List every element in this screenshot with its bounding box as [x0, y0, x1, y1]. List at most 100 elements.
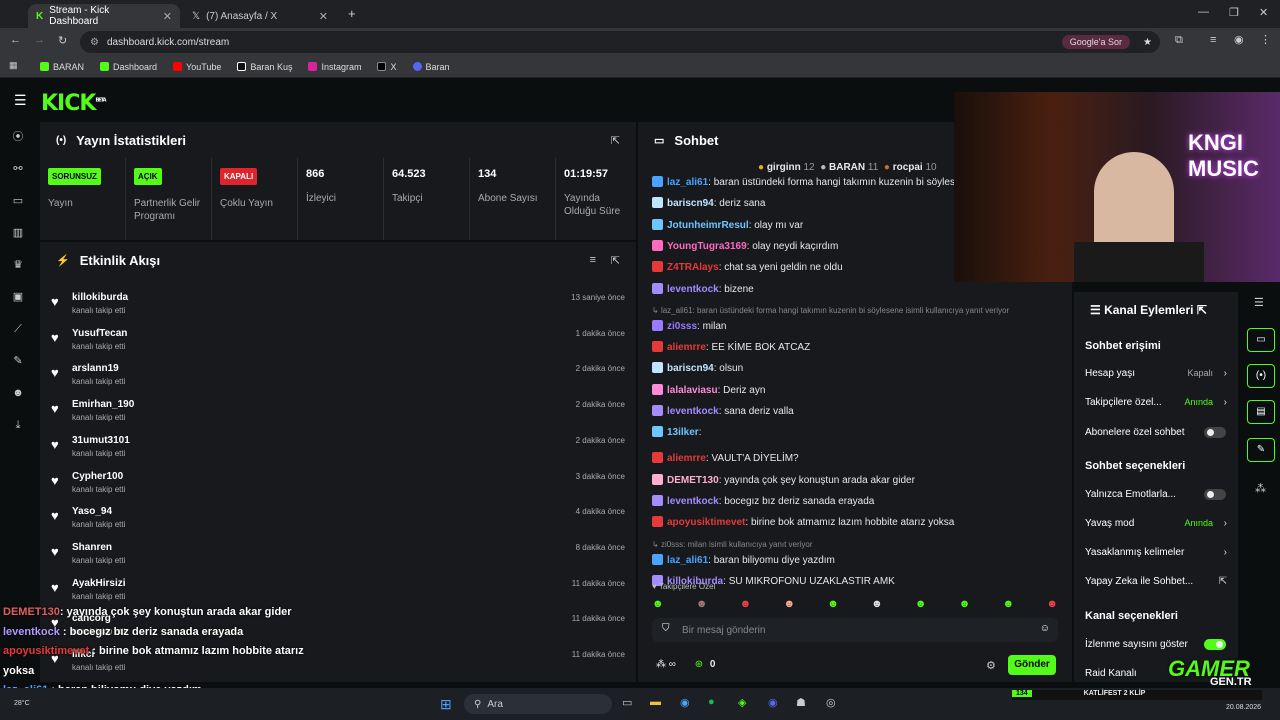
bookmark-dashboard[interactable]: Dashboard: [100, 62, 157, 72]
activity-item[interactable]: ♥ YusufTecan kanalı takip etti 1 dakika önc…: [40, 322, 636, 358]
chat-message[interactable]: 13ilker:: [652, 426, 701, 438]
broadcast-tool-icon[interactable]: (•): [1247, 364, 1275, 388]
taskbar-search[interactable]: ⚲ Ara: [464, 694, 612, 714]
maximize-icon[interactable]: ❐: [1229, 6, 1239, 19]
bookmark-x[interactable]: X: [377, 62, 397, 72]
chat-username[interactable]: laz_ali61: [667, 555, 708, 566]
chat-username[interactable]: lalalaviasu: [667, 385, 718, 396]
account-age-row[interactable]: Hesap yaşı Kapalı ›: [1085, 368, 1229, 379]
chat-username[interactable]: 13ilker: [667, 427, 699, 438]
minimize-icon[interactable]: —: [1198, 6, 1209, 18]
new-tab-icon[interactable]: +: [348, 6, 356, 21]
chat-message[interactable]: leventkock: sana deriz valla: [652, 405, 794, 417]
site-info-icon[interactable]: ⚙: [90, 37, 99, 48]
list-icon[interactable]: ☰: [1254, 296, 1264, 309]
chat-tool-icon[interactable]: ▭: [1247, 328, 1275, 352]
activity-item[interactable]: ♥ Emirhan_190 kanalı takip etti 2 dakika ön…: [40, 393, 636, 429]
chat-username[interactable]: DEMET130: [667, 475, 719, 486]
emote-icon[interactable]: ☻: [1003, 598, 1015, 612]
chat-username[interactable]: leventkock: [667, 284, 719, 295]
emote-icon[interactable]: ☻: [959, 598, 971, 612]
apps-icon[interactable]: ▦: [9, 60, 18, 71]
bookmark-instagram[interactable]: Instagram: [308, 62, 361, 72]
extensions-icon[interactable]: ⧉: [1175, 34, 1183, 47]
archive-tool-icon[interactable]: ▤: [1247, 400, 1275, 424]
show-views-toggle[interactable]: [1204, 639, 1226, 650]
emotes-only-toggle[interactable]: [1204, 489, 1226, 500]
users-icon[interactable]: ☻: [11, 386, 25, 400]
chat-username[interactable]: leventkock: [667, 406, 719, 417]
bookmark-baran[interactable]: BARAN: [40, 62, 84, 72]
activity-item[interactable]: ♥ AyakHirsizi kanalı takip etti 11 dakika ö…: [40, 572, 636, 608]
activity-item[interactable]: ♥ Yaso_94 kanalı takip etti 4 dakika önce: [40, 500, 636, 536]
emote-icon[interactable]: ☻: [1046, 598, 1058, 612]
wrench-tool-icon[interactable]: ✎: [1247, 438, 1275, 462]
bookmark-youtube[interactable]: YouTube: [173, 62, 221, 72]
close-tab-icon[interactable]: ✕: [319, 10, 328, 23]
tab-x[interactable]: 𝕏 (7) Anasayfa / X ✕: [184, 4, 336, 28]
ai-chat-row[interactable]: Yapay Zeka ile Sohbet... ⇱: [1085, 576, 1229, 587]
analytics-icon[interactable]: ⟋: [11, 322, 25, 336]
back-icon[interactable]: ←: [10, 34, 21, 46]
obs-icon[interactable]: ◎: [826, 696, 836, 709]
activity-item[interactable]: ♥ Cypher100 kanalı takip etti 3 dakika önce: [40, 465, 636, 501]
chat-username[interactable]: bariscn94: [667, 198, 714, 209]
hamburger-menu-icon[interactable]: ☰: [14, 92, 27, 109]
chat-message[interactable]: aliemrre: VAULT'A DİYELİM?: [652, 452, 799, 464]
popout-icon[interactable]: ⇱: [611, 134, 620, 147]
chat-message[interactable]: YoungTugra3169: olay neydi kaçırdım: [652, 239, 838, 252]
chat-username[interactable]: JotunheimrResul: [667, 220, 749, 231]
emote-icon[interactable]: ☻: [871, 598, 883, 612]
activity-item[interactable]: ♥ killokiburda kanalı takip etti 13 saniye …: [40, 286, 636, 322]
emote-icon[interactable]: ☻: [783, 598, 795, 612]
chat-message-input[interactable]: ⛉ Bir mesaj gönderin ☺: [652, 618, 1058, 642]
chat-message[interactable]: laz_ali61: baran biliyomu diye yazdım: [652, 553, 835, 566]
emote-icon[interactable]: ☻: [827, 598, 839, 612]
banned-words-row[interactable]: Yasaklanmış kelimeler ›: [1085, 547, 1229, 558]
stream-icon[interactable]: ⦿: [11, 130, 25, 144]
emote-icon[interactable]: ☻: [696, 598, 708, 612]
activity-item[interactable]: ♥ Shanren kanalı takip etti 8 dakika önce: [40, 536, 636, 572]
settings-icon[interactable]: ⚙: [986, 659, 996, 672]
google-ask-button[interactable]: Google'a Sor: [1061, 35, 1130, 49]
emoji-icon[interactable]: ☺: [1040, 623, 1050, 634]
video-icon[interactable]: ▣: [11, 290, 25, 304]
trophy-icon[interactable]: ♛: [11, 258, 25, 272]
subs-only-toggle[interactable]: [1204, 427, 1226, 438]
emote-icon[interactable]: ☻: [740, 598, 752, 612]
menu-icon[interactable]: ⋮: [1260, 33, 1271, 46]
chat-username[interactable]: bariscn94: [667, 363, 714, 374]
forward-icon[interactable]: →: [34, 34, 45, 46]
download-icon[interactable]: ⤓: [11, 418, 25, 432]
chat-username[interactable]: zi0sss: [667, 321, 697, 332]
chat-message[interactable]: laz_ali61: baran üstündeki forma hangi t…: [652, 176, 955, 188]
reload-icon[interactable]: ↻: [58, 34, 67, 47]
chat-username[interactable]: aliemrre: [667, 453, 706, 464]
chat-username[interactable]: Z4TRAlays: [667, 262, 719, 273]
chat-message[interactable]: zi0sss: milan: [652, 319, 727, 332]
chat-message[interactable]: bariscn94: olsun: [652, 362, 743, 374]
chat-message[interactable]: Z4TRAlays: chat sa yeni geldin ne oldu: [652, 261, 843, 273]
close-window-icon[interactable]: ✕: [1259, 6, 1268, 19]
tab-kick-dashboard[interactable]: K Stream - Kick Dashboard ✕: [28, 4, 180, 28]
chat-message[interactable]: aliemrre: EE KİME BOK ATCAZ: [652, 341, 810, 353]
explorer-icon[interactable]: ▬: [650, 696, 661, 708]
users-icon[interactable]: ⁂ ∞: [656, 659, 676, 670]
send-button[interactable]: Gönder: [1008, 655, 1056, 675]
wrench-icon[interactable]: ✎: [11, 354, 25, 368]
link-icon[interactable]: ⚯: [11, 162, 25, 176]
app-icon[interactable]: ☗: [796, 696, 806, 709]
discord-icon[interactable]: ◉: [768, 696, 778, 709]
chat-username[interactable]: laz_ali61: [667, 177, 708, 188]
chat-message[interactable]: apoyusiktimevet: birine bok atmamız lazı…: [652, 516, 954, 528]
spotify-icon[interactable]: ●: [708, 696, 715, 708]
chat-username[interactable]: YoungTugra3169: [667, 241, 747, 252]
chat-username[interactable]: apoyusiktimevet: [667, 517, 745, 528]
chrome-icon[interactable]: ◉: [680, 696, 690, 709]
slow-mode-row[interactable]: Yavaş mod Anında ›: [1085, 518, 1229, 529]
close-tab-icon[interactable]: ✕: [163, 10, 172, 23]
kick-logo[interactable]: KICKBETA: [41, 91, 107, 116]
filter-icon[interactable]: ≡: [590, 254, 596, 266]
tab-search-icon[interactable]: ≡: [1210, 34, 1216, 46]
window-icon[interactable]: ▭: [11, 194, 25, 208]
